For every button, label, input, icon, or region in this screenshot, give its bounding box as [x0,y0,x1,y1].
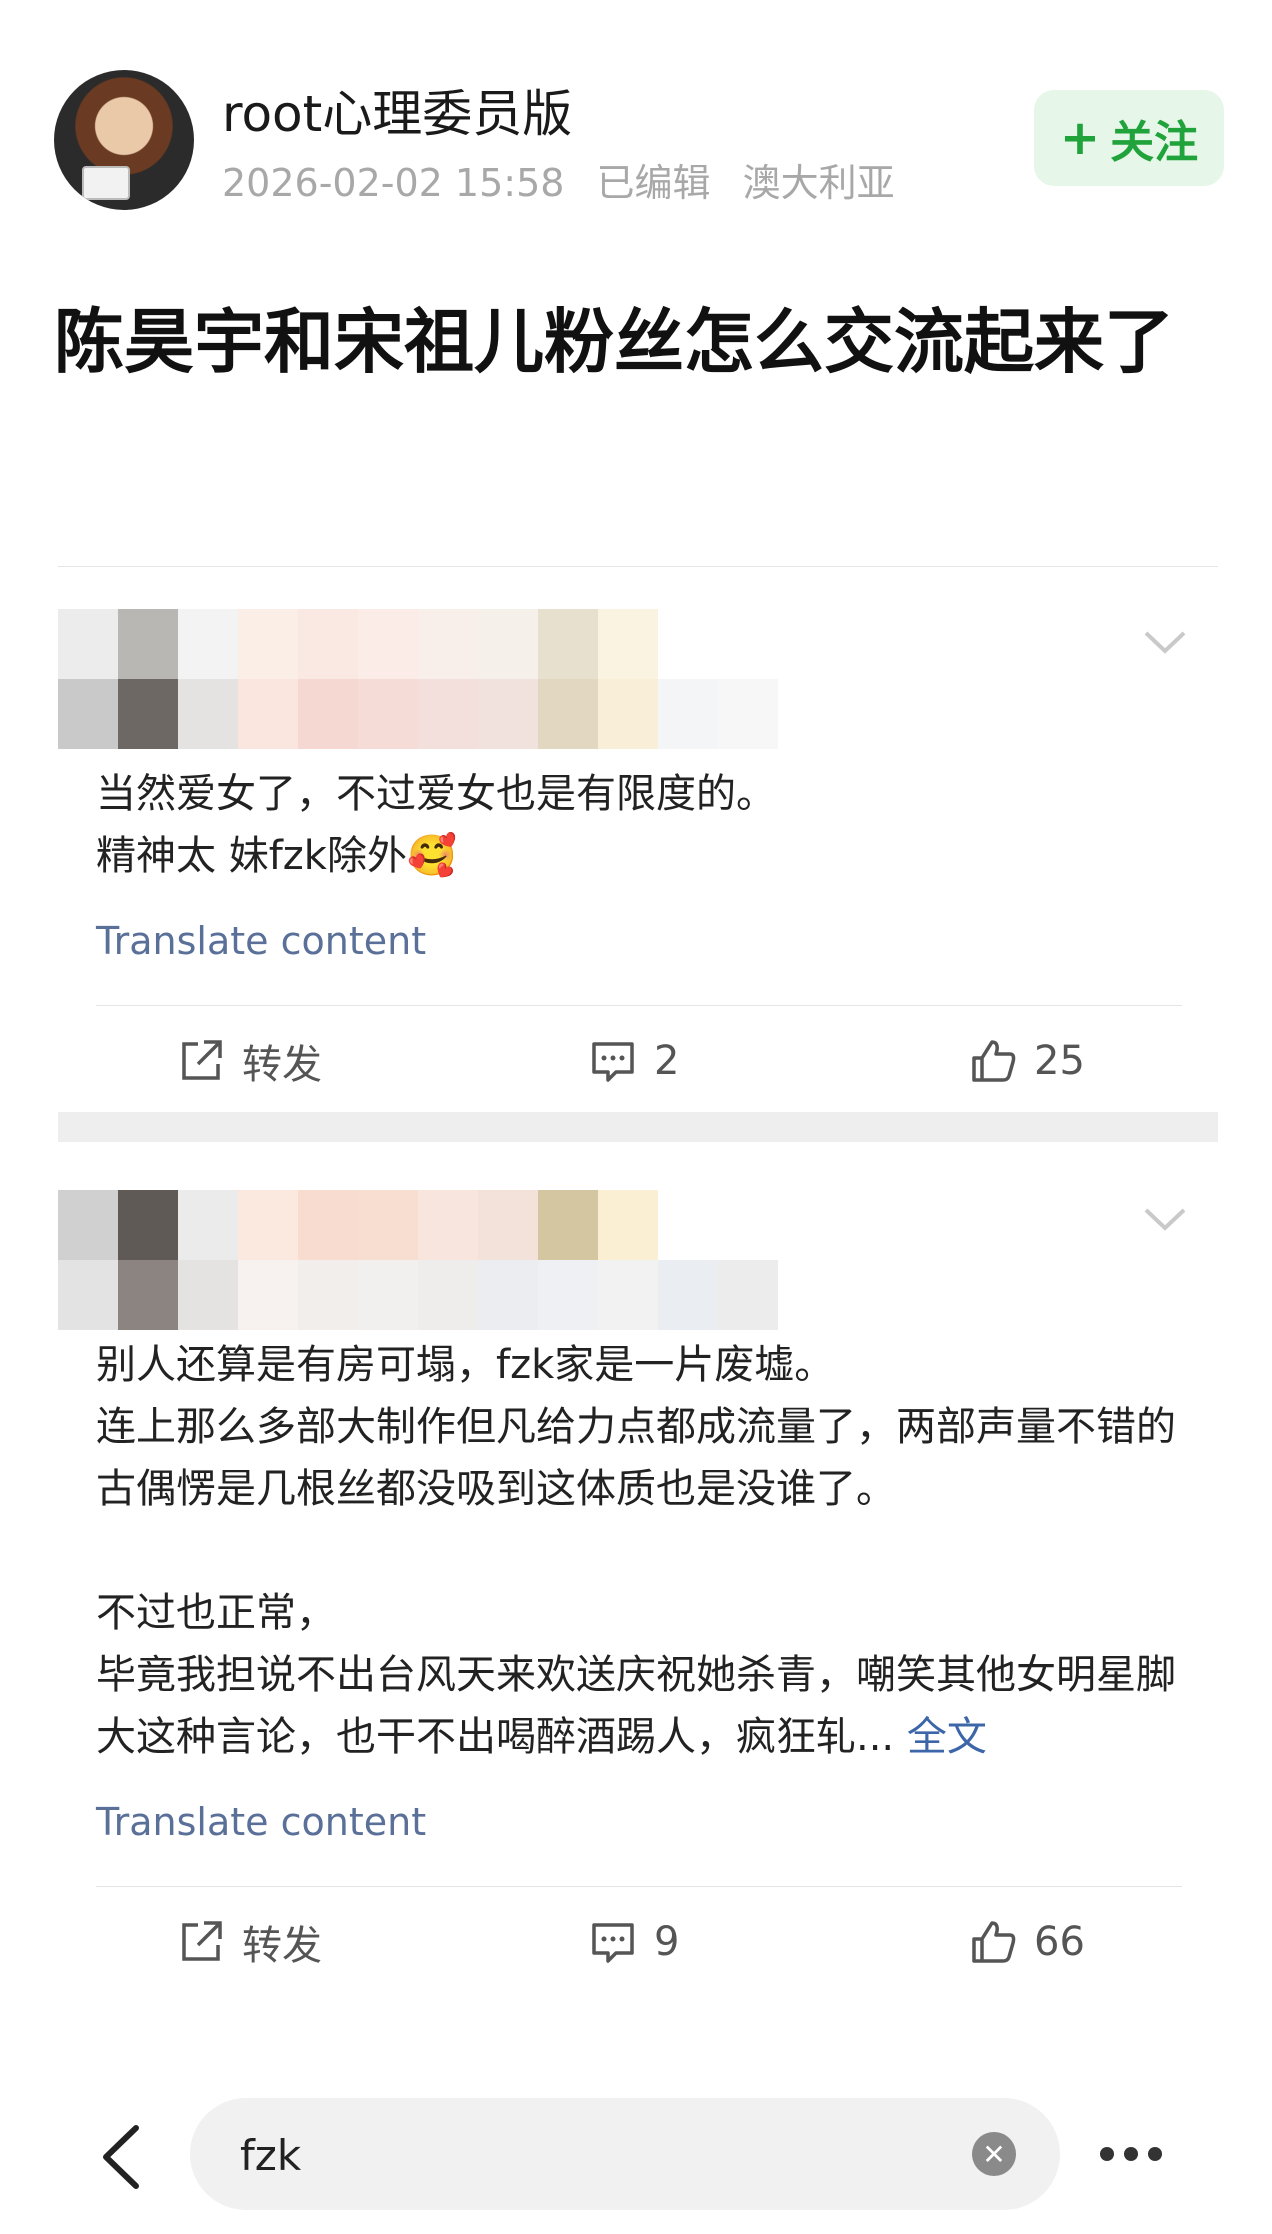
post-date: 2026-02-02 15:58 [222,161,565,205]
comment-actions: 转发 2 25 [58,1021,1218,1101]
comment-text: 别人还算是有房可塌，fzk家是一片废墟。 连上那么多部大制作但凡给力点都成流量了… [96,1342,1176,1760]
comment-icon [592,1042,634,1082]
divider [96,1886,1182,1887]
repost-label: 转发 [242,1042,322,1088]
translate-link[interactable]: Translate content [96,1800,426,1844]
search-input[interactable] [238,2120,942,2190]
follow-button[interactable]: + 关注 [1034,90,1224,186]
comment-count: 2 [654,1038,680,1084]
blurred-username [58,1190,778,1330]
like-icon [972,1921,1016,1963]
divider [96,1005,1182,1006]
repost-label: 转发 [242,1923,322,1969]
follow-label: 关注 [1110,117,1199,168]
like-button[interactable]: 25 [968,1021,1085,1101]
comment-button[interactable]: 2 [588,1021,679,1101]
more-dots-icon[interactable] [1100,2136,1172,2172]
chevron-down-icon[interactable] [1142,619,1188,665]
repost-icon [182,1921,222,1961]
like-button[interactable]: 66 [968,1902,1085,1982]
like-count: 25 [1034,1038,1085,1084]
back-arrow-icon[interactable] [96,2122,146,2192]
comment-card: 当然爱女了，不过爱女也是有限度的。 精神太 妹fzk除外🥰 Translate … [58,566,1218,1113]
search-box[interactable]: ✕ [190,2098,1060,2210]
comment-card: 别人还算是有房可塌，fzk家是一片废墟。 连上那么多部大制作但凡给力点都成流量了… [58,1142,1218,1992]
comment-icon [592,1923,634,1963]
repost-icon [182,1040,222,1080]
clear-icon[interactable]: ✕ [972,2132,1016,2176]
post-meta: 2026-02-02 15:58 已编辑 澳大利亚 [222,152,915,207]
like-count: 66 [1034,1919,1085,1965]
like-icon [972,1040,1016,1082]
edited-label: 已编辑 [596,161,711,205]
comment-button[interactable]: 9 [588,1902,679,1982]
comment-count: 9 [654,1919,680,1965]
card-separator [58,1112,1218,1142]
repost-button[interactable]: 转发 [176,1902,322,1982]
author-avatar[interactable] [54,70,194,210]
comment-text: 当然爱女了，不过爱女也是有限度的。 精神太 妹fzk除外🥰 [96,771,776,879]
translate-link[interactable]: Translate content [96,919,426,963]
author-name[interactable]: root心理委员版 [222,74,572,146]
plus-icon: + [1059,110,1101,166]
expand-link[interactable]: 全文 [907,1714,987,1760]
blurred-username [58,609,778,749]
post-title: 陈昊宇和宋祖儿粉丝怎么交流起来了 [54,301,1174,383]
comment-actions: 转发 9 66 [58,1902,1218,1982]
chevron-down-icon[interactable] [1142,1196,1188,1242]
post-location: 澳大利亚 [742,161,895,205]
repost-button[interactable]: 转发 [176,1021,322,1101]
